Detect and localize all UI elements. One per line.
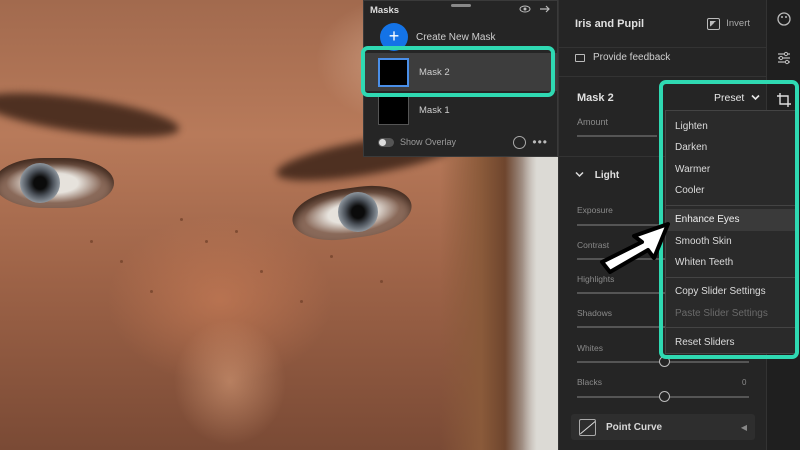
freckle bbox=[205, 240, 208, 243]
highlights-label: Highlights bbox=[577, 274, 615, 284]
chevron-down-icon bbox=[575, 171, 584, 178]
caret-left-icon: ◀ bbox=[740, 422, 747, 432]
arrow-right-icon[interactable] bbox=[539, 4, 551, 17]
blacks-label: Blacks bbox=[577, 377, 603, 387]
provide-feedback-link[interactable]: Provide feedback bbox=[575, 52, 670, 63]
menu-item-whiten-teeth[interactable]: Whiten Teeth bbox=[675, 257, 733, 268]
mask-type-title: Iris and Pupil bbox=[575, 17, 645, 30]
amount-label: Amount bbox=[577, 117, 609, 127]
edit-tool-button[interactable] bbox=[776, 11, 792, 27]
pointer-arrow-icon bbox=[600, 222, 670, 274]
menu-item-enhance-eyes[interactable]: Enhance Eyes bbox=[675, 214, 740, 225]
feedback-label: Provide feedback bbox=[593, 52, 671, 63]
menu-item-paste-slider-settings: Paste Slider Settings bbox=[675, 308, 768, 319]
menu-divider bbox=[666, 205, 795, 206]
blacks-slider-thumb[interactable] bbox=[659, 391, 670, 402]
freckle bbox=[120, 260, 123, 263]
freckle bbox=[90, 240, 93, 243]
light-label: Light bbox=[594, 170, 620, 181]
chevron-down-icon bbox=[751, 94, 760, 101]
masks-title: Masks bbox=[370, 4, 400, 16]
menu-item-darken[interactable]: Darken bbox=[675, 142, 707, 153]
create-mask-label: Create New Mask bbox=[416, 31, 496, 43]
menu-item-cooler[interactable]: Cooler bbox=[675, 185, 704, 196]
more-options-icon[interactable]: ••• bbox=[532, 135, 548, 149]
mask-item-mask-1[interactable]: Mask 1 bbox=[364, 91, 557, 129]
right-iris bbox=[338, 192, 378, 232]
overlay-row: Show Overlay ••• bbox=[378, 135, 548, 149]
show-overlay-label: Show Overlay bbox=[400, 137, 457, 147]
divider bbox=[559, 76, 766, 77]
sliders-icon bbox=[778, 51, 790, 65]
menu-item-warmer[interactable]: Warmer bbox=[675, 164, 710, 175]
light-section-toggle[interactable]: Light bbox=[575, 170, 619, 181]
crop-tool-button[interactable] bbox=[776, 92, 792, 108]
curve-icon bbox=[579, 418, 596, 436]
preset-dropdown-button[interactable]: Preset bbox=[714, 92, 760, 104]
freckle bbox=[180, 218, 183, 221]
palette-icon bbox=[777, 12, 791, 26]
show-overlay-toggle[interactable] bbox=[378, 137, 394, 147]
adjust-tool-button[interactable] bbox=[776, 50, 792, 66]
invert-icon bbox=[707, 17, 721, 30]
preset-label: Preset bbox=[714, 92, 745, 104]
mask-thumbnail bbox=[378, 95, 409, 125]
mask-name: Mask 2 bbox=[419, 66, 450, 78]
freckle bbox=[330, 255, 333, 258]
exposure-label: Exposure bbox=[577, 205, 613, 215]
nose-highlight bbox=[150, 280, 310, 450]
freckle bbox=[235, 230, 238, 233]
menu-divider bbox=[666, 277, 795, 278]
invert-label: Invert bbox=[726, 18, 750, 29]
menu-item-reset-sliders[interactable]: Reset Sliders bbox=[675, 337, 734, 348]
left-iris bbox=[20, 163, 60, 203]
mask-item-mask-2[interactable]: Mask 2 bbox=[364, 53, 557, 91]
menu-item-copy-slider-settings[interactable]: Copy Slider Settings bbox=[675, 286, 766, 297]
point-curve-section[interactable]: Point Curve ◀ bbox=[571, 414, 755, 440]
whites-slider-thumb[interactable] bbox=[659, 356, 670, 367]
freckle bbox=[300, 300, 303, 303]
mask-thumbnail bbox=[378, 57, 409, 87]
current-mask-name: Mask 2 bbox=[577, 92, 614, 104]
feedback-icon bbox=[575, 53, 585, 62]
plus-icon: + bbox=[380, 23, 408, 51]
masks-header: Masks bbox=[364, 1, 557, 19]
freckle bbox=[150, 290, 153, 293]
left-eyebrow bbox=[0, 84, 182, 146]
circle-icon[interactable] bbox=[513, 135, 527, 149]
mask-name: Mask 1 bbox=[419, 104, 450, 116]
amount-slider[interactable] bbox=[577, 135, 657, 137]
point-curve-label: Point Curve bbox=[606, 421, 663, 433]
menu-item-smooth-skin[interactable]: Smooth Skin bbox=[675, 236, 732, 247]
shadows-label: Shadows bbox=[577, 308, 612, 318]
menu-divider bbox=[666, 327, 795, 328]
eye-icon[interactable] bbox=[519, 4, 531, 17]
preset-menu: Lighten Darken Warmer Cooler Enhance Eye… bbox=[665, 110, 796, 354]
mask-type-header: Iris and Pupil Invert bbox=[559, 0, 766, 48]
freckle bbox=[260, 270, 263, 273]
menu-item-lighten[interactable]: Lighten bbox=[675, 121, 708, 132]
whites-label: Whites bbox=[577, 343, 603, 353]
crop-icon bbox=[777, 93, 791, 107]
create-new-mask-button[interactable]: + Create New Mask bbox=[380, 23, 495, 51]
blacks-value: 0 bbox=[742, 378, 747, 387]
freckle bbox=[380, 280, 383, 283]
invert-button[interactable]: Invert bbox=[707, 17, 750, 30]
masks-panel: Masks + Create New Mask Mask 2 Mask 1 Sh… bbox=[363, 0, 558, 157]
